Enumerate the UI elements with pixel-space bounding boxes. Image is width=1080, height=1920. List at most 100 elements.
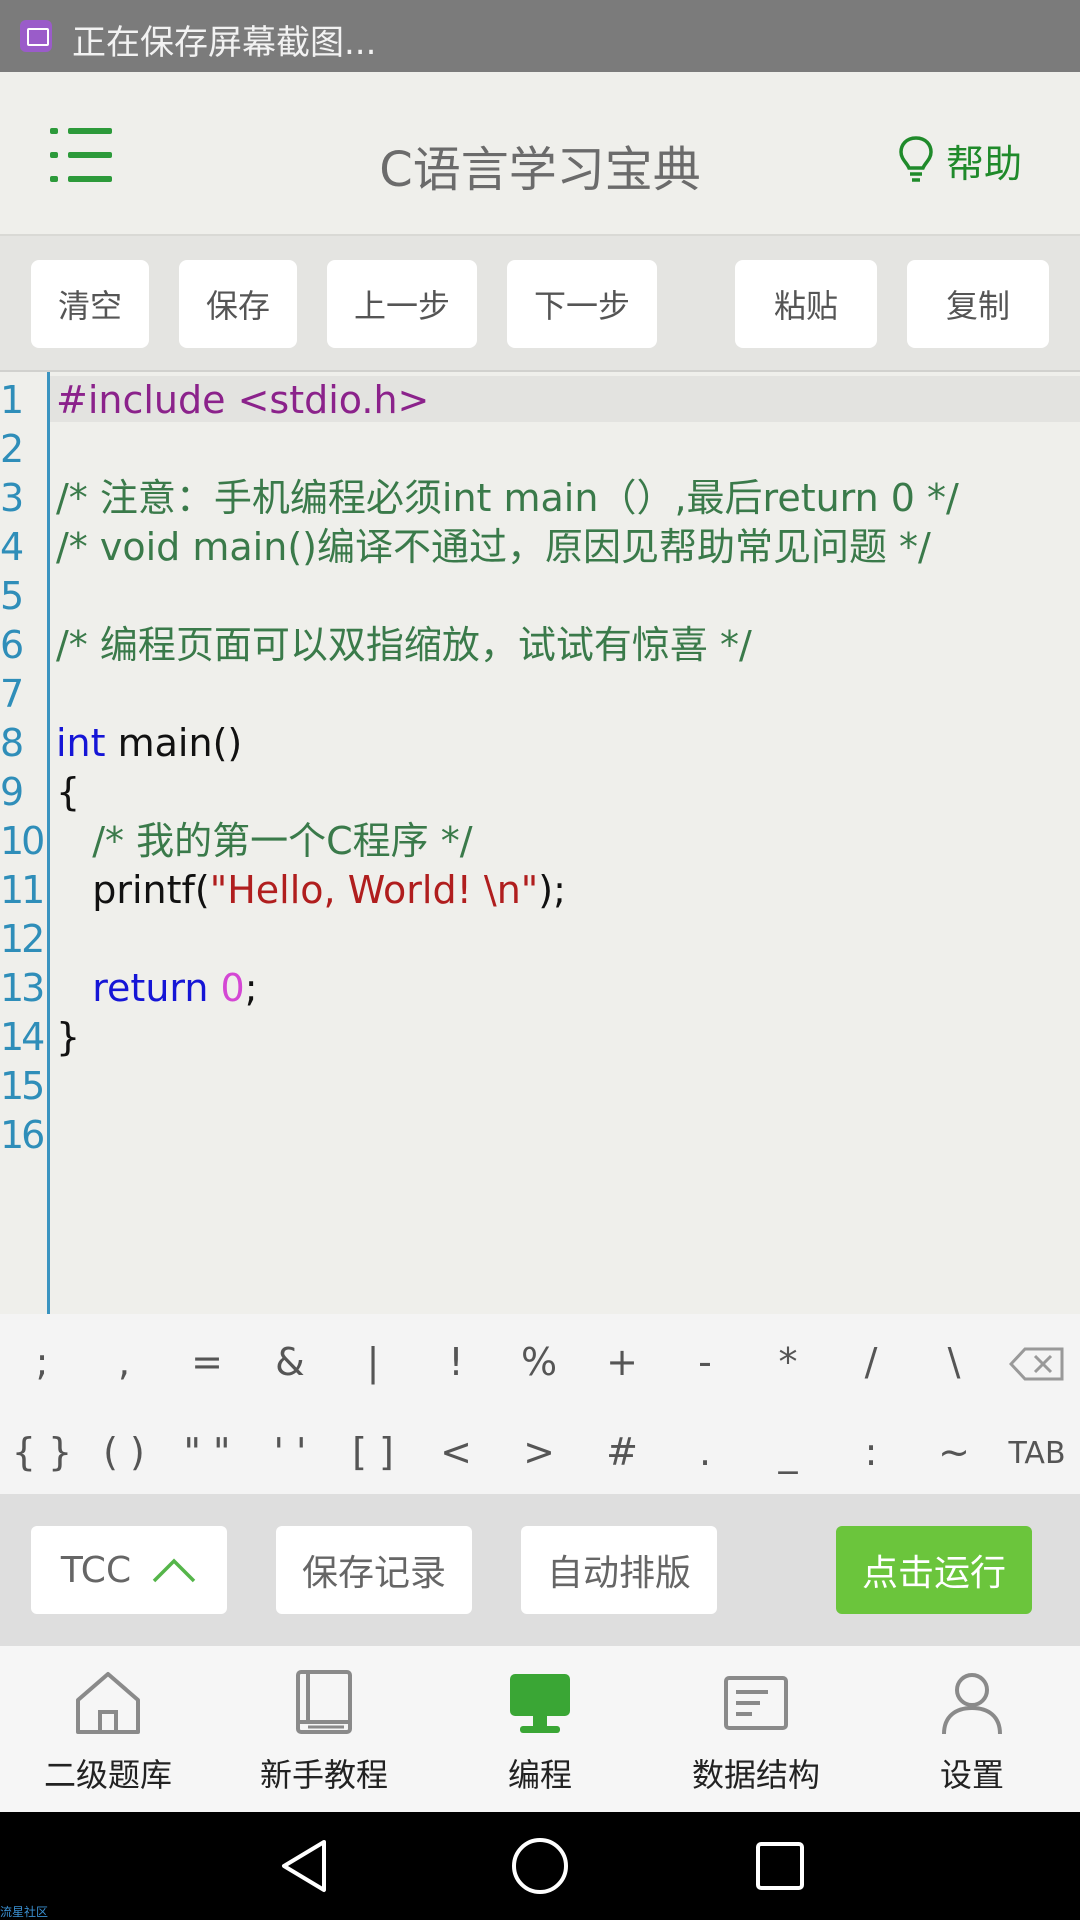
code-line-3: /* 注意：手机编程必须int main（）,最后return 0 */ (56, 476, 959, 520)
line-number: 12 (0, 917, 45, 961)
line-number: 5 (0, 574, 24, 618)
semicolon: ; (244, 966, 258, 1010)
nav-label: 二级题库 (43, 1756, 172, 1794)
symbol-key[interactable]: , (83, 1340, 165, 1384)
line-number: 13 (0, 966, 45, 1010)
save-history-button[interactable]: 保存记录 (276, 1526, 472, 1614)
home-icon (76, 1672, 140, 1734)
code-line-14: } (56, 1015, 81, 1059)
line-number: 4 (0, 525, 24, 569)
symbol-key[interactable]: / (830, 1340, 912, 1384)
symbol-key[interactable]: . (664, 1430, 746, 1474)
help-button[interactable]: 帮助 (898, 132, 1022, 188)
compiler-label: TCC (60, 1549, 132, 1591)
auto-format-button[interactable]: 自动排版 (521, 1526, 717, 1614)
symbol-key[interactable]: < (415, 1430, 497, 1474)
nav-item-question-bank[interactable]: 二级题库 (8, 1664, 208, 1804)
home-circle-icon[interactable] (510, 1836, 570, 1896)
line-number: 9 (0, 770, 24, 814)
number-literal: 0 (220, 966, 245, 1010)
line-number: 10 (0, 819, 45, 863)
book-icon (296, 1670, 352, 1734)
comment: /* 我的第一个C程序 */ (92, 819, 473, 863)
symbol-key[interactable]: = (166, 1340, 248, 1384)
code-line-11: printf("Hello, World! \n"); (56, 866, 566, 915)
code-line-10: /* 我的第一个C程序 */ (56, 817, 473, 866)
nav-item-tutorial[interactable]: 新手教程 (224, 1664, 424, 1804)
symbol-key[interactable]: ; (1, 1340, 83, 1384)
line-number: 1 (0, 378, 24, 422)
gutter-divider (47, 372, 50, 1314)
watermark: 流星社区 (0, 1905, 49, 1919)
symbol-key[interactable]: { } (1, 1430, 83, 1474)
keyword-return: return (92, 966, 209, 1010)
nav-item-data-structures[interactable]: 数据结构 (656, 1664, 856, 1804)
symbol-key[interactable]: _ (747, 1430, 829, 1474)
line-number: 2 (0, 427, 24, 471)
code-main-decl: main() (105, 721, 243, 765)
clear-button[interactable]: 清空 (31, 260, 149, 348)
backspace-key[interactable] (996, 1346, 1078, 1386)
code-line-8: int main() (56, 719, 242, 768)
symbol-key[interactable]: ( ) (83, 1430, 165, 1474)
status-bar: 正在保存屏幕截图... (0, 0, 1080, 72)
code-line-13: return 0; (56, 964, 258, 1013)
paste-button[interactable]: 粘贴 (735, 260, 877, 348)
symbol-key[interactable]: \ (913, 1340, 995, 1384)
nav-item-programming[interactable]: 编程 (440, 1664, 640, 1804)
run-button[interactable]: 点击运行 (836, 1526, 1032, 1614)
code-line-6: /* 编程页面可以双指缩放，试试有惊喜 */ (56, 623, 752, 667)
symbol-key[interactable]: > (498, 1430, 580, 1474)
code-line-4: /* void main()编译不通过，原因见帮助常见问题 */ (56, 525, 931, 569)
string-literal: "Hello, World! \n" (209, 868, 539, 912)
printf-call: printf( (56, 868, 210, 912)
nav-item-settings[interactable]: 设置 (872, 1664, 1072, 1804)
symbol-key[interactable]: ' ' (249, 1430, 331, 1474)
save-button[interactable]: 保存 (179, 260, 297, 348)
line-number: 3 (0, 476, 24, 520)
nav-label: 新手教程 (259, 1756, 388, 1794)
user-icon (942, 1673, 1002, 1735)
symbol-key[interactable]: : (830, 1430, 912, 1474)
code-line-1: #include <stdio.h> (56, 378, 430, 422)
line-number: 8 (0, 721, 24, 765)
symbol-key[interactable]: % (498, 1340, 580, 1384)
system-navigation-bar (0, 1812, 1080, 1920)
screenshot-app-icon (20, 20, 52, 52)
symbol-key[interactable]: & (249, 1340, 331, 1384)
line-number: 16 (0, 1113, 45, 1157)
help-label: 帮助 (946, 141, 1023, 186)
compiler-select[interactable]: TCC (31, 1526, 227, 1614)
symbol-key[interactable]: ! (415, 1340, 497, 1384)
line-number: 11 (0, 868, 45, 912)
lightbulb-icon (899, 136, 933, 182)
status-notification: 正在保存屏幕截图... (72, 23, 377, 63)
symbol-key[interactable]: ~ (913, 1430, 995, 1474)
keyword-int: int (56, 721, 106, 765)
backspace-icon (1008, 1347, 1064, 1381)
symbol-key[interactable]: " " (166, 1430, 248, 1474)
undo-button[interactable]: 上一步 (327, 260, 477, 348)
back-icon[interactable] (274, 1836, 334, 1896)
symbol-key[interactable]: | (332, 1340, 414, 1384)
redo-button[interactable]: 下一步 (507, 260, 657, 348)
code-line-9: { (56, 770, 81, 814)
symbol-key[interactable]: + (581, 1340, 663, 1384)
line-number: 6 (0, 623, 24, 667)
copy-button[interactable]: 复制 (907, 260, 1049, 348)
nav-label: 数据结构 (691, 1756, 820, 1794)
nav-label: 编程 (507, 1756, 572, 1794)
line-number: 14 (0, 1015, 45, 1059)
recent-apps-icon[interactable] (750, 1836, 810, 1896)
monitor-icon (510, 1674, 570, 1733)
tab-key[interactable]: TAB (996, 1436, 1078, 1471)
line-number: 15 (0, 1064, 45, 1108)
symbol-key[interactable]: * (747, 1340, 829, 1384)
symbol-key[interactable]: - (664, 1340, 746, 1384)
symbol-key[interactable]: # (581, 1430, 663, 1474)
symbol-key[interactable]: [ ] (332, 1430, 414, 1474)
chevron-up-icon (152, 1558, 196, 1583)
